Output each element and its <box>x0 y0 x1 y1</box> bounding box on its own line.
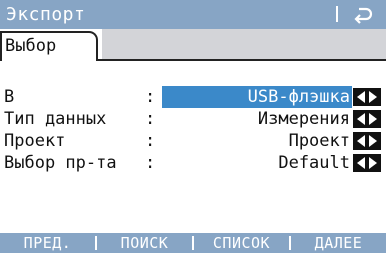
field-value-destination[interactable]: USB-флэшка <box>162 86 352 108</box>
back-arrow-icon[interactable] <box>352 5 374 25</box>
field-colon: : <box>145 131 156 151</box>
softkey-bar: ПРЕД. ПОИСК СПИСОК ДАЛЕЕ <box>0 233 386 253</box>
left-right-arrows-icon[interactable] <box>353 110 381 128</box>
field-value-project-selection[interactable]: Default <box>162 152 352 174</box>
softkey-next-button[interactable]: ДАЛЕЕ <box>291 233 386 253</box>
field-row-destination[interactable]: В : USB-флэшка <box>0 86 386 108</box>
window-title: Экспорт <box>6 4 86 25</box>
field-row-project[interactable]: Проект : Проект <box>0 130 386 152</box>
field-label: Тип данных <box>4 109 107 129</box>
left-right-arrows-icon[interactable] <box>353 154 381 172</box>
left-right-arrows-icon[interactable] <box>353 88 381 106</box>
title-bar: Экспорт <box>0 0 386 29</box>
tab-bar: Выбор <box>0 29 386 70</box>
tab-strip-empty <box>102 29 386 61</box>
field-list: В : USB-флэшка Тип данных : Измерения Пр… <box>0 86 386 174</box>
field-colon: : <box>145 109 156 129</box>
field-value-data-type[interactable]: Измерения <box>162 108 352 130</box>
softkey-list-button[interactable]: СПИСОК <box>194 233 289 253</box>
title-separator <box>336 6 338 22</box>
field-row-project-selection[interactable]: Выбор пр-та : Default <box>0 152 386 174</box>
field-colon: : <box>145 153 156 173</box>
softkey-prev-button[interactable]: ПРЕД. <box>0 233 95 253</box>
softkey-search-button[interactable]: ПОИСК <box>97 233 192 253</box>
field-value-project[interactable]: Проект <box>162 130 352 152</box>
field-row-data-type[interactable]: Тип данных : Измерения <box>0 108 386 130</box>
left-right-arrows-icon[interactable] <box>353 132 381 150</box>
field-label: Проект <box>4 131 66 151</box>
field-colon: : <box>145 87 156 107</box>
field-label: В <box>4 87 15 107</box>
field-label: Выбор пр-та <box>4 153 117 173</box>
tab-divider <box>98 59 104 61</box>
tab-label: Выбор <box>5 36 57 56</box>
tab-vybor[interactable]: Выбор <box>0 31 98 61</box>
